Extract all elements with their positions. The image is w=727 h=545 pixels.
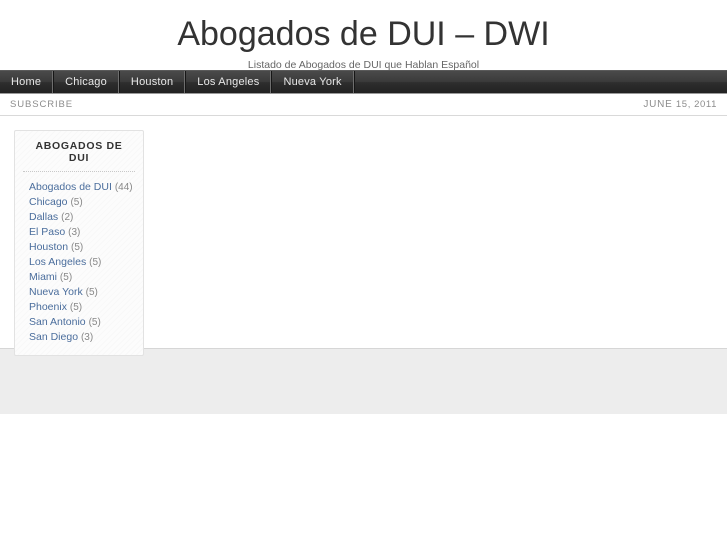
sidebar-widget-categories: ABOGADOS DE DUI Abogados de DUI (44) Chi… (14, 130, 144, 356)
page-title: Abogados de DUI – DWI (177, 15, 550, 53)
category-link-chicago[interactable]: Chicago (29, 196, 68, 208)
category-count: (2) (61, 212, 74, 223)
primary-navigation: Home Chicago Houston Los Angeles Nueva Y… (0, 70, 727, 94)
page-bottom-space (0, 414, 727, 531)
footer-band (0, 348, 727, 414)
category-link-los-angeles[interactable]: Los Angeles (29, 256, 86, 268)
category-link-nueva-york[interactable]: Nueva York (29, 286, 83, 298)
category-count: (3) (68, 227, 81, 238)
nav-item-nueva-york[interactable]: Nueva York (271, 71, 354, 93)
site-header: Abogados de DUI – DWI Listado de Abogado… (0, 0, 727, 71)
category-link-miami[interactable]: Miami (29, 271, 57, 283)
main-content-empty (144, 130, 727, 348)
list-item: San Diego (3) (15, 330, 143, 345)
category-link-phoenix[interactable]: Phoenix (29, 301, 67, 313)
content-area: ABOGADOS DE DUI Abogados de DUI (44) Chi… (0, 116, 727, 356)
list-item: Abogados de DUI (44) (15, 180, 143, 195)
current-date: JUNE 15, 2011 (643, 99, 717, 110)
date-day-year: 15, 2011 (675, 99, 717, 110)
category-count: (5) (59, 272, 73, 283)
category-count: (5) (69, 302, 83, 313)
category-count: (5) (70, 197, 83, 208)
list-item: Houston (5) (15, 240, 143, 255)
category-count: (5) (71, 242, 84, 253)
date-month: JUNE (643, 99, 673, 110)
category-link-dallas[interactable]: Dallas (29, 211, 58, 223)
nav-item-chicago[interactable]: Chicago (53, 71, 119, 93)
nav-item-houston[interactable]: Houston (118, 71, 186, 93)
category-link-san-antonio[interactable]: San Antonio (29, 316, 86, 328)
category-count: (44) (114, 182, 133, 193)
list-item: Miami (5) (15, 270, 143, 285)
category-link-houston[interactable]: Houston (29, 241, 68, 253)
list-item: El Paso (3) (15, 225, 143, 240)
list-item: Phoenix (5) (15, 300, 143, 315)
list-item: Chicago (5) (15, 195, 143, 210)
category-list: Abogados de DUI (44) Chicago (5) Dallas … (15, 172, 143, 345)
category-count: (5) (88, 317, 101, 328)
category-link-san-diego[interactable]: San Diego (29, 331, 78, 343)
list-item: San Antonio (5) (15, 315, 143, 330)
category-link-abogados-de-dui[interactable]: Abogados de DUI (29, 181, 112, 193)
list-item: Los Angeles (5) (15, 255, 143, 270)
list-item: Dallas (2) (15, 210, 143, 225)
nav-empty-space (353, 71, 727, 93)
category-link-el-paso[interactable]: El Paso (29, 226, 65, 238)
category-count: (3) (80, 332, 94, 343)
widget-title: ABOGADOS DE DUI (23, 140, 135, 172)
nav-item-los-angeles[interactable]: Los Angeles (185, 71, 272, 93)
subscribe-link[interactable]: SUBSCRIBE (10, 99, 73, 110)
category-count: (5) (85, 287, 98, 298)
category-count: (5) (89, 257, 102, 268)
list-item: Nueva York (5) (15, 285, 143, 300)
subscribe-bar: SUBSCRIBE JUNE 15, 2011 (0, 94, 727, 116)
nav-item-home[interactable]: Home (0, 71, 54, 93)
